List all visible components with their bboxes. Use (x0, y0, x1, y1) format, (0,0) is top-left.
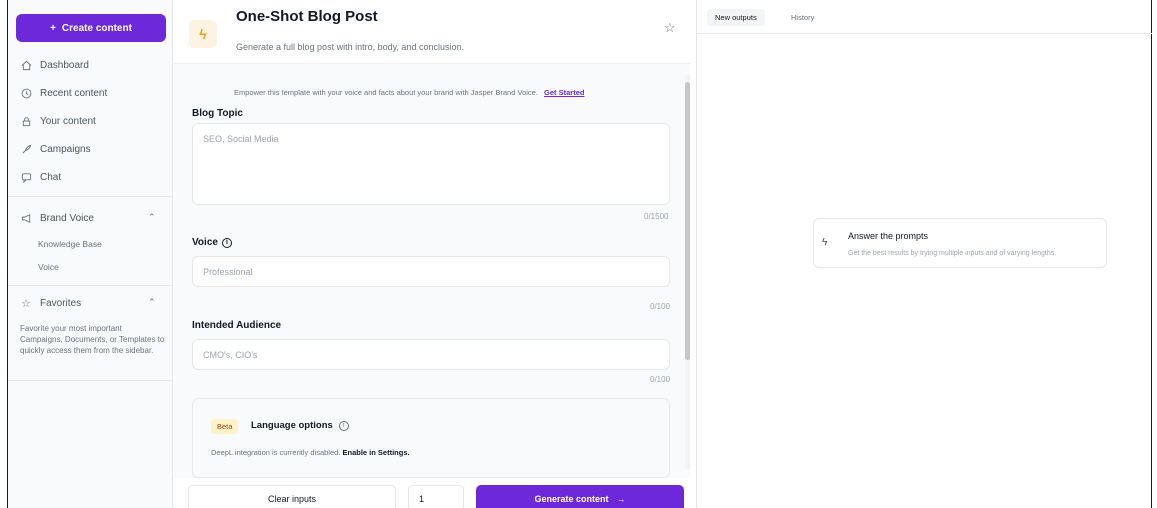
sidebar-divider (8, 285, 173, 286)
language-note-text: DeepL integration is currently disabled. (211, 448, 341, 457)
form-footer: Clear inputs 1 Generate content → (174, 478, 690, 508)
sidebar-item-label: Chat (40, 171, 62, 183)
language-options-note: DeepL integration is currently disabled.… (211, 448, 410, 457)
audience-input[interactable]: CMO's, CIO's (192, 339, 670, 370)
megaphone-icon (20, 212, 32, 224)
favorites-description: Favorite your most important Campaigns, … (20, 324, 165, 355)
sidebar-item-label: Favorites (40, 297, 82, 309)
form-scrollbar[interactable] (685, 74, 690, 470)
language-options-title: Language options i (251, 420, 349, 431)
enable-in-settings-link[interactable]: Enable in Settings. (342, 448, 409, 457)
blog-topic-placeholder: SEO, Social Media (203, 134, 279, 144)
sidebar: + Create content Dashboard Recent conten… (8, 0, 173, 508)
prompt-card-title: Answer the prompts (848, 231, 929, 241)
chevron-up-icon[interactable]: ⌃ (148, 212, 156, 223)
sidebar-item-label: Dashboard (40, 59, 89, 71)
brand-voice-note-text: Empower this template with your voice an… (234, 88, 538, 97)
brand-voice-note: Empower this template with your voice an… (234, 88, 584, 97)
page-subtitle: Generate a full blog post with intro, bo… (236, 42, 464, 52)
audience-label: Intended Audience (192, 320, 281, 331)
chat-icon (20, 171, 32, 183)
tab-new-outputs[interactable]: New outputs (707, 9, 765, 26)
clock-icon (20, 87, 32, 99)
sidebar-item-label: Your content (40, 115, 96, 127)
get-started-link[interactable]: Get Started (544, 88, 584, 97)
clear-inputs-button[interactable]: Clear inputs (188, 485, 396, 508)
favorite-star-icon[interactable]: ☆ (664, 20, 676, 36)
sidebar-item-chat[interactable]: Chat (20, 171, 61, 183)
sidebar-divider (8, 380, 173, 381)
audience-placeholder: CMO's, CIO's (203, 350, 258, 360)
create-content-label: Create content (61, 22, 132, 34)
blog-topic-counter: 0/1500 (644, 212, 669, 221)
lightning-icon: ϟ (822, 237, 828, 248)
voice-placeholder: Professional (203, 267, 253, 277)
generate-content-label: Generate content (534, 494, 609, 504)
scrollbar-thumb[interactable] (685, 82, 690, 360)
answer-prompts-card: ϟ Answer the prompts Get the best result… (813, 218, 1107, 268)
prompt-card-subtitle: Get the best results by trying multiple … (848, 250, 1057, 257)
blog-topic-input[interactable]: SEO, Social Media (192, 123, 670, 205)
sidebar-item-voice[interactable]: Voice (38, 262, 59, 272)
tab-history[interactable]: History (783, 9, 822, 26)
voice-counter: 0/100 (650, 302, 671, 311)
window-border-right (1151, 0, 1152, 508)
sidebar-item-favorites[interactable]: ☆ Favorites (20, 297, 82, 310)
blog-topic-label-text: Blog Topic (192, 108, 243, 119)
generate-content-button[interactable]: Generate content → (476, 485, 684, 508)
output-quantity-input[interactable]: 1 (408, 485, 464, 508)
sidebar-item-knowledge-base[interactable]: Knowledge Base (38, 239, 102, 249)
sidebar-item-label: Campaigns (40, 143, 91, 155)
info-icon[interactable]: i (338, 420, 349, 431)
voice-label-text: Voice (192, 237, 218, 248)
star-icon: ☆ (21, 297, 31, 310)
sidebar-divider (8, 196, 173, 197)
plus-icon: + (50, 22, 56, 34)
sidebar-item-your-content[interactable]: Your content (20, 115, 96, 127)
beta-badge: Beta (211, 419, 239, 434)
sidebar-item-recent-content[interactable]: Recent content (20, 87, 107, 99)
blog-topic-label: Blog Topic (192, 108, 243, 119)
output-panel: New outputs History ϟ Answer the prompts… (696, 0, 1152, 508)
audience-counter: 0/100 (650, 375, 671, 384)
output-tabs: New outputs History (697, 0, 1152, 34)
lightning-icon: ϟ (189, 20, 217, 48)
sidebar-item-dashboard[interactable]: Dashboard (20, 59, 89, 71)
voice-label: Voice i (192, 237, 232, 248)
home-icon (20, 59, 32, 71)
output-quantity-value: 1 (419, 494, 425, 504)
language-options-panel: Beta Language options i DeepL integratio… (192, 398, 670, 478)
voice-input[interactable]: Professional (192, 256, 670, 287)
page-title: One-Shot Blog Post (236, 8, 378, 25)
sidebar-item-label: Brand Voice (40, 212, 94, 224)
sidebar-item-campaigns[interactable]: Campaigns (20, 143, 91, 155)
sidebar-item-brand-voice[interactable]: Brand Voice (20, 212, 94, 224)
template-header: ϟ One-Shot Blog Post Generate a full blo… (174, 0, 690, 64)
lock-icon (20, 115, 32, 127)
info-icon[interactable]: i (221, 237, 232, 248)
main-panel: ϟ One-Shot Blog Post Generate a full blo… (174, 0, 690, 508)
rocket-icon (20, 143, 32, 155)
sidebar-item-label: Recent content (40, 87, 108, 99)
audience-label-text: Intended Audience (192, 320, 282, 331)
create-content-button[interactable]: + Create content (16, 14, 166, 42)
chevron-up-icon[interactable]: ⌃ (148, 297, 156, 308)
arrow-right-icon: → (616, 494, 626, 504)
language-options-title-text: Language options (251, 420, 333, 431)
